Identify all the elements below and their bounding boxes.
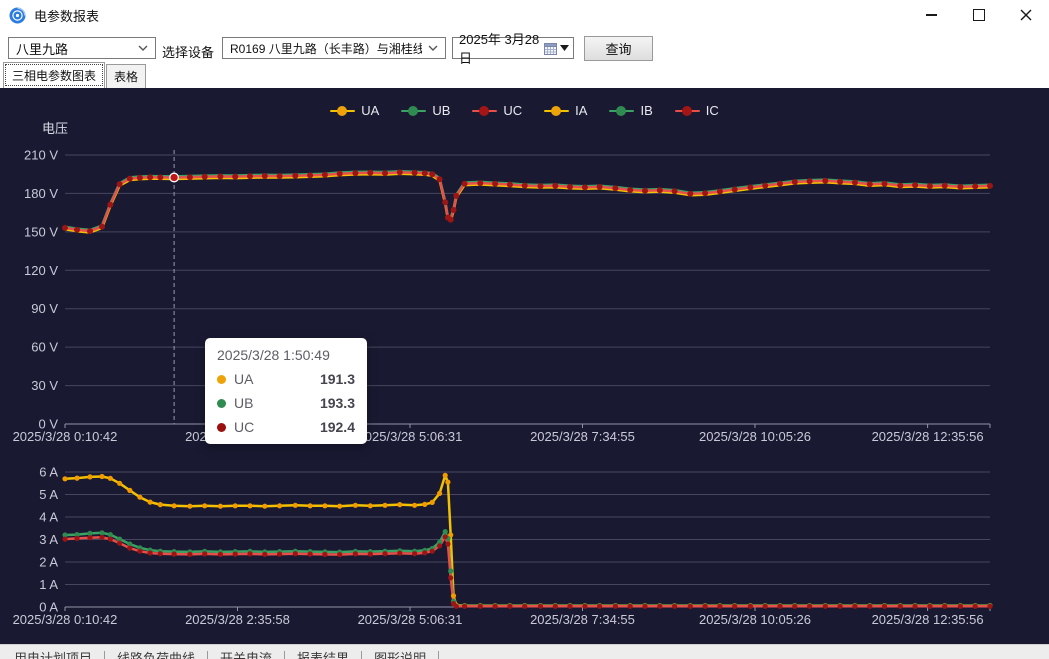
svg-text:90 V: 90 V [31, 301, 58, 316]
charts-canvas[interactable]: 2025/3/28 0:10:42 2025/3/28 2:35:58 2025/3… [0, 88, 1049, 644]
query-button[interactable]: 查询 [584, 36, 653, 61]
svg-text:210 V: 210 V [24, 148, 58, 163]
svg-text:2025/3/28 10:05:26: 2025/3/28 10:05:26 [699, 429, 811, 444]
window-titlebar: 电参数报表 [0, 0, 1049, 31]
line-select-value: 八里九路 [16, 39, 68, 58]
close-button[interactable] [1002, 0, 1049, 30]
dropdown-arrow-icon [560, 45, 569, 51]
tooltip-row-ub: UB193.3 [217, 395, 355, 411]
toolbar: 八里九路 选择设备 R0169 八里九路（长丰路）与湘桂线交 2025年 3月2… [0, 30, 1049, 66]
tooltip-row-ua: UA191.3 [217, 371, 355, 387]
svg-text:2025/3/28 0:10:42: 2025/3/28 0:10:42 [13, 429, 118, 444]
legend-item-ic[interactable]: IC [675, 103, 719, 118]
svg-text:2025/3/28 7:34:55: 2025/3/28 7:34:55 [530, 612, 635, 627]
svg-text:180 V: 180 V [24, 186, 58, 201]
window-title: 电参数报表 [34, 6, 99, 25]
calendar-icon [544, 42, 557, 55]
svg-text:电压: 电压 [42, 121, 68, 136]
svg-text:2 A: 2 A [39, 555, 58, 570]
device-select-value: R0169 八里九路（长丰路）与湘桂线交 [230, 40, 422, 57]
legend-marker-icon [675, 105, 700, 117]
maximize-button[interactable] [955, 0, 1002, 30]
legend-label: IB [640, 103, 652, 118]
tab-table[interactable]: 表格 [106, 64, 146, 88]
svg-text:2025/3/28 12:35:56: 2025/3/28 12:35:56 [872, 429, 984, 444]
legend-label: UC [503, 103, 522, 118]
svg-text:2025/3/28 2:35:58: 2025/3/28 2:35:58 [185, 612, 290, 627]
date-picker[interactable]: 2025年 3月28日 [452, 37, 574, 59]
close-icon [1020, 9, 1032, 21]
chart-legend: UA UB UC IA IB IC [0, 103, 1049, 118]
svg-text:6 A: 6 A [39, 465, 58, 480]
chevron-down-icon [132, 45, 148, 51]
minimize-icon [926, 14, 937, 16]
svg-text:1 A: 1 A [39, 577, 58, 592]
chevron-down-icon [422, 45, 438, 51]
svg-text:2025/3/28 5:06:31: 2025/3/28 5:06:31 [358, 612, 463, 627]
legend-marker-icon [472, 105, 497, 117]
svg-text:5 A: 5 A [39, 487, 58, 502]
svg-text:2025/3/28 10:05:26: 2025/3/28 10:05:26 [699, 612, 811, 627]
app-icon [9, 7, 26, 24]
svg-text:120 V: 120 V [24, 263, 58, 278]
svg-text:4 A: 4 A [39, 510, 58, 525]
legend-label: IA [575, 103, 587, 118]
svg-text:0 V: 0 V [38, 417, 58, 432]
svg-text:60 V: 60 V [31, 340, 58, 355]
svg-text:0 A: 0 A [39, 600, 58, 615]
tab-strip: 三相电参数图表 表格 [0, 66, 1049, 88]
svg-text:2025/3/28 5:06:31: 2025/3/28 5:06:31 [358, 429, 463, 444]
date-picker-value: 2025年 3月28日 [459, 29, 544, 67]
device-select[interactable]: R0169 八里九路（长丰路）与湘桂线交 [222, 37, 446, 59]
tooltip-row-uc: UC192.4 [217, 419, 355, 435]
window-controls [908, 0, 1049, 30]
legend-label: UA [361, 103, 379, 118]
legend-item-ib[interactable]: IB [609, 103, 652, 118]
legend-item-ua[interactable]: UA [330, 103, 379, 118]
svg-text:2025/3/28 7:34:55: 2025/3/28 7:34:55 [530, 429, 635, 444]
chart-panel: 2025/3/28 0:10:42 2025/3/28 2:35:58 2025/3… [0, 88, 1049, 644]
legend-item-ub[interactable]: UB [401, 103, 450, 118]
background-window-strip: 用电计划项目线路负荷曲线开关电流报表结果图形说明 [0, 644, 1049, 659]
legend-item-uc[interactable]: UC [472, 103, 522, 118]
device-label: 选择设备 [162, 42, 214, 61]
svg-text:2025/3/28 0:10:42: 2025/3/28 0:10:42 [13, 612, 118, 627]
svg-text:30 V: 30 V [31, 378, 58, 393]
legend-label: UB [432, 103, 450, 118]
legend-marker-icon [609, 105, 634, 117]
chart-tooltip: 2025/3/28 1:50:49 UA191.3 UB193.3 UC192.4 [205, 338, 367, 444]
maximize-icon [973, 9, 985, 21]
svg-text:3 A: 3 A [39, 532, 58, 547]
legend-label: IC [706, 103, 719, 118]
svg-text:2025/3/28 12:35:56: 2025/3/28 12:35:56 [872, 612, 984, 627]
tab-chart[interactable]: 三相电参数图表 [3, 62, 105, 88]
legend-marker-icon [544, 105, 569, 117]
minimize-button[interactable] [908, 0, 955, 30]
legend-item-ia[interactable]: IA [544, 103, 587, 118]
background-window-text: 用电计划项目线路负荷曲线开关电流报表结果图形说明 [2, 648, 439, 659]
tooltip-timestamp: 2025/3/28 1:50:49 [217, 347, 355, 363]
legend-marker-icon [401, 105, 426, 117]
legend-marker-icon [330, 105, 355, 117]
tooltip-rows: UA191.3 UB193.3 UC192.4 [217, 371, 355, 435]
svg-text:150 V: 150 V [24, 224, 58, 239]
line-select[interactable]: 八里九路 [8, 37, 156, 59]
